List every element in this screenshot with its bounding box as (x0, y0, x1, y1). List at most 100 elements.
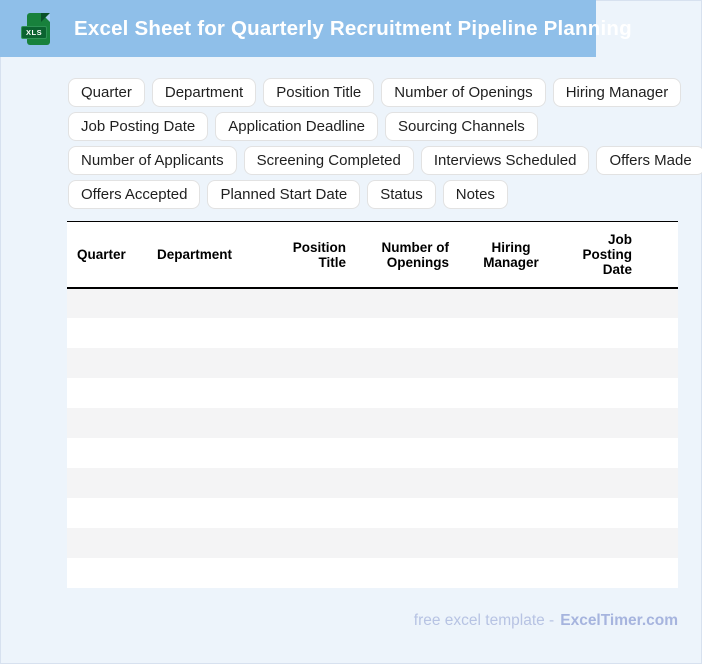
table-cell (459, 468, 563, 498)
table-cell (147, 318, 263, 348)
table-cell (67, 468, 147, 498)
table-row (67, 348, 678, 378)
table-cell (356, 288, 459, 318)
table-cell (642, 318, 678, 348)
column-header: Number of Openings (356, 221, 459, 289)
field-chip[interactable]: Number of Applicants (68, 146, 237, 175)
table-cell (459, 318, 563, 348)
table-cell (563, 528, 642, 558)
field-chip[interactable]: Notes (442, 180, 508, 209)
page-title: Excel Sheet for Quarterly Recruitment Pi… (74, 16, 632, 40)
field-chip[interactable]: Position Title (263, 78, 375, 107)
field-chip[interactable]: Status (367, 180, 436, 209)
table-cell (263, 528, 356, 558)
table-cell (356, 438, 459, 468)
table-cell (67, 378, 147, 408)
table-cell (263, 468, 356, 498)
table-row (67, 528, 678, 558)
sheet-preview: Quarter Department Position Title Number of… (67, 221, 678, 588)
table-cell (147, 528, 263, 558)
table-cell (67, 318, 147, 348)
xls-file-icon: XLS (21, 12, 50, 45)
table-cell (459, 528, 563, 558)
table-cell (356, 528, 459, 558)
header-banner: XLS Excel Sheet for Quarterly Recruitmen… (0, 0, 632, 57)
column-header: Hiring Manager (459, 221, 563, 289)
table-cell (563, 438, 642, 468)
table-cell (642, 378, 678, 408)
table-cell (263, 498, 356, 528)
table-cell (356, 468, 459, 498)
table-header-row: Quarter Department Position Title Number of… (67, 221, 678, 289)
column-header: Job Posting Date (563, 221, 642, 289)
page: { "banner": { "title": "Excel Sheet for … (0, 0, 702, 664)
field-chip[interactable]: Offers Accepted (68, 180, 201, 209)
table-cell (356, 318, 459, 348)
table-cell (147, 408, 263, 438)
table-cell (356, 498, 459, 528)
field-chip[interactable]: Job Posting Date (68, 112, 209, 141)
table-cell (563, 288, 642, 318)
column-header: Position Title (263, 221, 356, 289)
field-chip[interactable]: Sourcing Channels (385, 112, 538, 141)
table-cell (147, 348, 263, 378)
column-header: Quarter (67, 221, 147, 289)
table-cell (642, 468, 678, 498)
table-cell (459, 348, 563, 378)
table-cell (563, 378, 642, 408)
table-cell (563, 468, 642, 498)
table-cell (263, 288, 356, 318)
file-fold-shadow (41, 12, 50, 22)
table-cell (642, 438, 678, 468)
table-row (67, 438, 678, 468)
table-body (67, 288, 678, 588)
footer-text: free excel template - (413, 612, 555, 629)
table-cell (356, 558, 459, 588)
field-chip[interactable]: Quarter (68, 78, 145, 107)
table-cell (459, 408, 563, 438)
field-chip[interactable]: Offers Made (596, 146, 702, 175)
field-chip[interactable]: Application Deadline (215, 112, 379, 141)
field-chip[interactable]: Screening Completed (243, 146, 414, 175)
table-row (67, 468, 678, 498)
table-cell (67, 498, 147, 528)
field-chip[interactable]: Number of Openings (381, 78, 546, 107)
column-header: Application Deadline (642, 221, 678, 289)
table-cell (459, 378, 563, 408)
table-cell (563, 348, 642, 378)
table-cell (459, 288, 563, 318)
table-cell (147, 558, 263, 588)
table-cell (563, 408, 642, 438)
footer-brand-link[interactable]: ExcelTimer.com (560, 612, 678, 629)
table-cell (642, 498, 678, 528)
table-cell (263, 408, 356, 438)
table-row (67, 498, 678, 528)
table-cell (642, 288, 678, 318)
field-chip[interactable]: Department (151, 78, 257, 107)
table-cell (356, 348, 459, 378)
field-chip[interactable]: Planned Start Date (207, 180, 361, 209)
table-cell (356, 378, 459, 408)
table-cell (67, 528, 147, 558)
table-cell (147, 378, 263, 408)
table-cell (67, 408, 147, 438)
table-cell (147, 288, 263, 318)
table-cell (67, 288, 147, 318)
field-chip[interactable]: Hiring Manager (552, 78, 682, 107)
table-cell (356, 408, 459, 438)
table-row (67, 288, 678, 318)
table-cell (263, 378, 356, 408)
table-cell (563, 498, 642, 528)
table-cell (67, 348, 147, 378)
table-cell (642, 408, 678, 438)
table-cell (642, 528, 678, 558)
table-row (67, 558, 678, 588)
table-row (67, 408, 678, 438)
table-cell (642, 348, 678, 378)
table-cell (459, 438, 563, 468)
table-cell (147, 468, 263, 498)
field-chip[interactable]: Interviews Scheduled (420, 146, 590, 175)
table-cell (642, 558, 678, 588)
table-cell (563, 318, 642, 348)
table-row (67, 318, 678, 348)
